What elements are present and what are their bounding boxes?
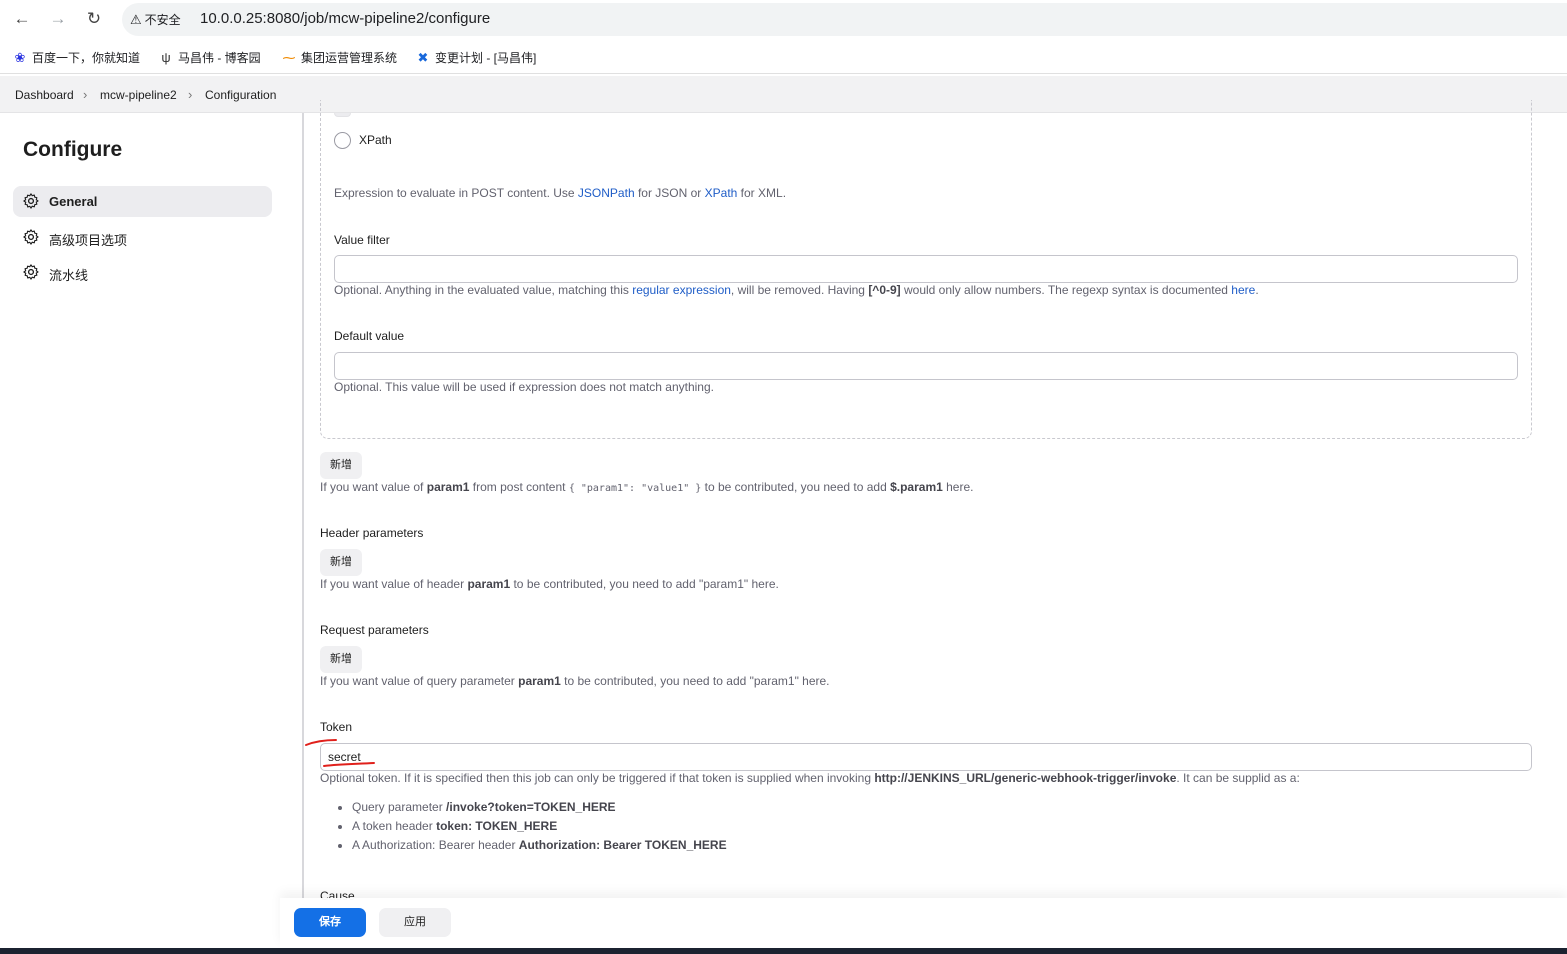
regular-expression-link[interactable]: regular expression xyxy=(632,283,731,297)
gear-icon xyxy=(23,229,39,245)
xpath-radio-label: XPath xyxy=(359,133,392,147)
add-request-parameter-button[interactable]: 新增 xyxy=(320,646,362,673)
list-item: A token header token: TOKEN_HERE xyxy=(352,819,727,838)
url-text[interactable]: 10.0.0.25:8080/job/mcw-pipeline2/configu… xyxy=(200,10,490,27)
header-parameters-help: If you want value of header param1 to be… xyxy=(320,577,779,591)
jsonpath-radio[interactable] xyxy=(334,113,351,117)
add-post-parameter-button[interactable]: 新增 xyxy=(320,452,362,479)
ops-system-icon: ⁓ xyxy=(282,50,296,65)
chevron-right-icon: › xyxy=(83,87,88,102)
page-title: Configure xyxy=(23,138,123,161)
os-taskbar xyxy=(0,948,1567,954)
value-filter-label: Value filter xyxy=(334,233,390,247)
back-arrow-icon[interactable]: ← xyxy=(12,9,32,29)
list-item: A Authorization: Bearer header Authoriza… xyxy=(352,838,727,857)
sidebar-item-label: 高级项目选项 xyxy=(49,233,128,248)
token-supply-methods-list: Query parameter /invoke?token=TOKEN_HERE… xyxy=(336,800,727,857)
sidebar-item-advanced-project-options[interactable]: 高级项目选项 xyxy=(13,222,272,253)
sidebar-item-pipeline[interactable]: 流水线 xyxy=(13,257,272,288)
browser-toolbar: ← → ↻ ⚠ 不安全 10.0.0.25:8080/job/mcw-pipeli… xyxy=(0,0,1567,38)
gear-icon xyxy=(23,264,39,280)
forward-arrow-icon[interactable]: → xyxy=(48,9,68,29)
red-underline-annotation xyxy=(305,739,375,767)
security-indicator[interactable]: ⚠ 不安全 xyxy=(130,11,181,28)
value-filter-help: Optional. Anything in the evaluated valu… xyxy=(334,283,1259,297)
value-filter-input[interactable] xyxy=(334,255,1518,283)
list-item: Query parameter /invoke?token=TOKEN_HERE xyxy=(352,800,727,819)
header-parameters-label: Header parameters xyxy=(320,526,424,540)
xpath-radio[interactable] xyxy=(334,132,351,149)
sidebar-item-label: 流水线 xyxy=(49,268,89,283)
default-value-input[interactable] xyxy=(334,352,1518,380)
sidebar-item-label: General xyxy=(49,194,98,209)
token-input[interactable]: secret xyxy=(320,743,1532,771)
reload-icon[interactable]: ↻ xyxy=(84,9,104,29)
confluence-icon: ✖ xyxy=(417,50,429,65)
breadcrumb-configuration[interactable]: Configuration xyxy=(205,88,276,102)
jsonpath-link[interactable]: JSONPath xyxy=(578,186,635,200)
breadcrumb-job[interactable]: mcw-pipeline2 xyxy=(100,88,177,102)
baidu-paw-icon: ❀ xyxy=(14,50,26,65)
token-label: Token xyxy=(320,720,353,734)
sidebar-item-general[interactable]: General xyxy=(13,186,272,217)
default-value-help: Optional. This value will be used if exp… xyxy=(334,380,714,394)
add-header-parameter-button[interactable]: 新增 xyxy=(320,549,362,576)
apply-button[interactable]: 应用 xyxy=(379,908,451,937)
chevron-right-icon: › xyxy=(188,87,193,102)
warning-icon: ⚠ xyxy=(130,12,142,27)
xpath-link[interactable]: XPath xyxy=(705,186,738,200)
bookmarks-bar: ❀ 百度一下，你就知道 ψ 马昌伟 - 博客园 ⁓ 集团运营管理系统 ✖ 变更计划 - … xyxy=(0,40,1567,74)
expression-help: Expression to evaluate in POST content. … xyxy=(334,186,787,200)
bookmark-cnblogs[interactable]: ψ 马昌伟 - 博客园 xyxy=(158,49,260,66)
token-help: Optional token. If it is specified then … xyxy=(320,771,1300,785)
bookmark-ops-system[interactable]: ⁓ 集团运营管理系统 xyxy=(281,49,398,66)
save-button[interactable]: 保存 xyxy=(294,908,366,937)
address-bar[interactable]: ⚠ 不安全 10.0.0.25:8080/job/mcw-pipeline2/co… xyxy=(122,3,1567,36)
gear-icon xyxy=(23,193,39,209)
bookmark-baidu[interactable]: ❀ 百度一下，你就知道 xyxy=(12,49,140,66)
bookmark-change-plan[interactable]: ✖ 变更计划 - [马昌伟] xyxy=(415,49,537,66)
cnblogs-icon: ψ xyxy=(161,50,171,65)
section-divider xyxy=(302,113,304,900)
request-parameters-help: If you want value of query parameter par… xyxy=(320,674,830,688)
post-parameters-help: If you want value of param1 from post co… xyxy=(320,480,974,494)
form-actions-bar xyxy=(280,898,1567,948)
default-value-label: Default value xyxy=(334,329,405,343)
regexp-syntax-link[interactable]: here xyxy=(1231,283,1255,297)
request-parameters-label: Request parameters xyxy=(320,623,429,637)
breadcrumb-dashboard[interactable]: Dashboard xyxy=(15,88,74,102)
